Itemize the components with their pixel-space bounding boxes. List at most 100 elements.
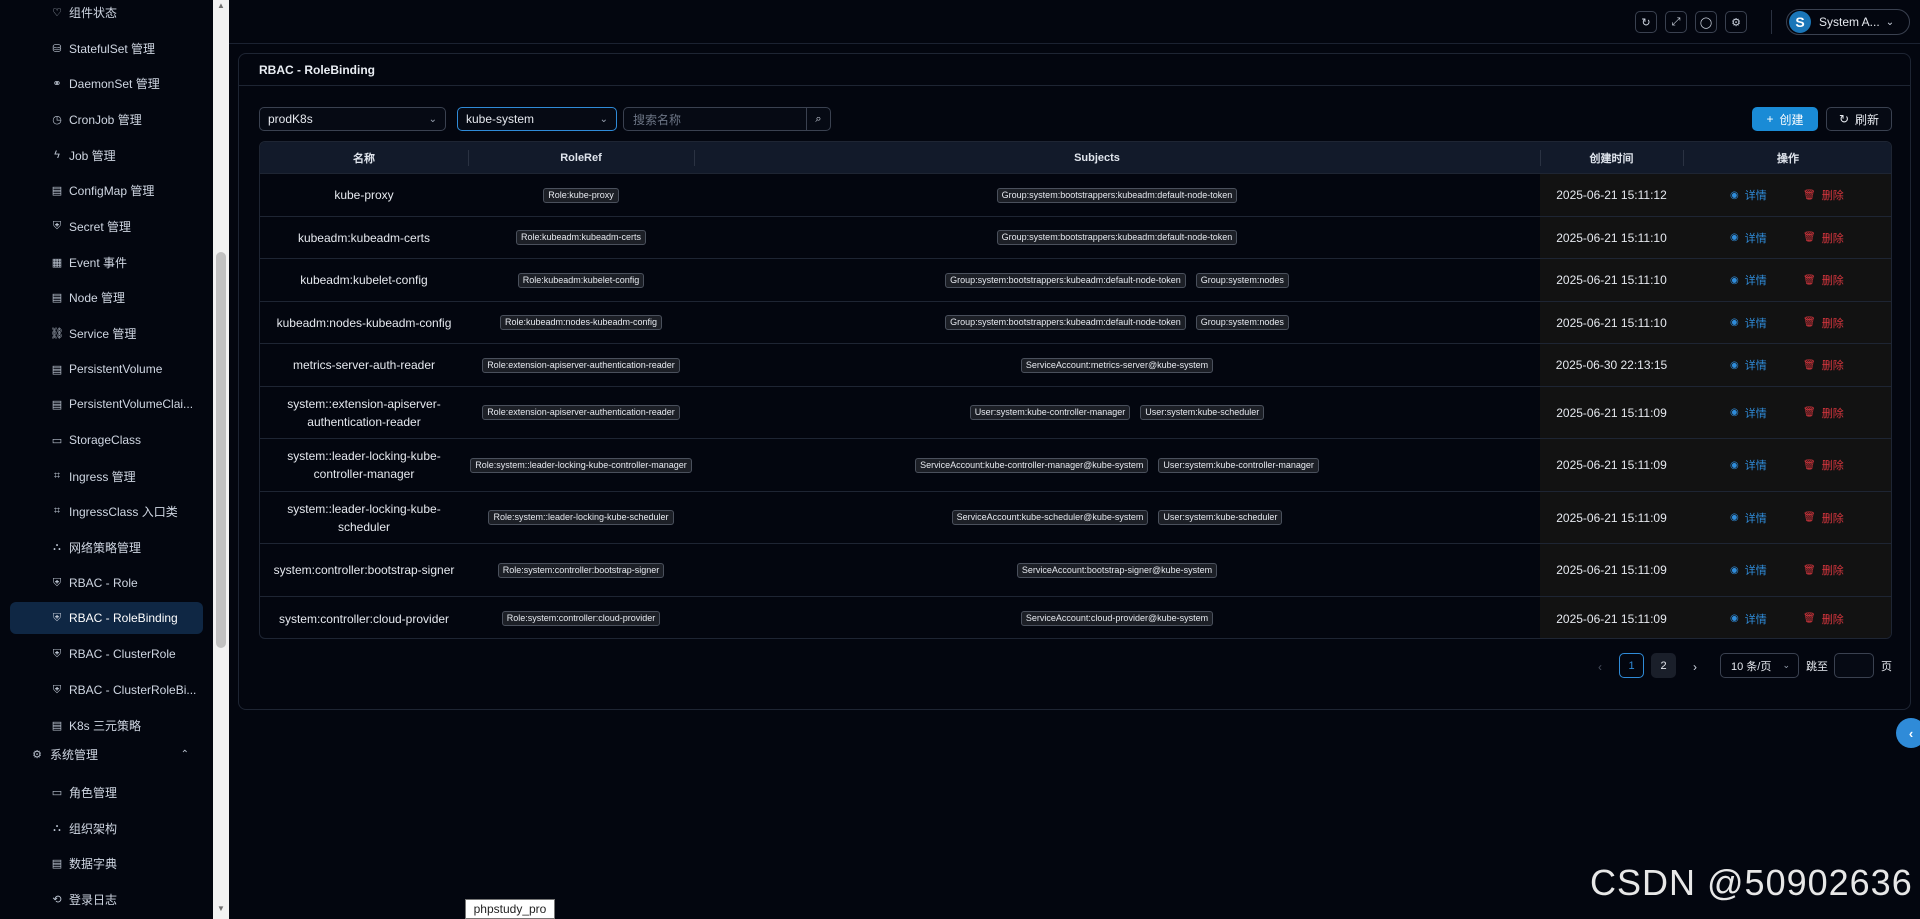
sidebar-item-2[interactable]: ⚭ DaemonSet 管理 — [10, 67, 203, 99]
jump-page-input[interactable] — [1834, 653, 1874, 678]
detail-button[interactable]: ◉ 详情 — [1730, 387, 1767, 438]
namespace-select[interactable]: kube-system ⌄ — [457, 107, 617, 131]
page-size-select[interactable]: 10 条/页 ⌄ — [1720, 653, 1799, 678]
cell-name: system::leader-locking-kube-controller-m… — [287, 449, 441, 481]
sidebar-item-10[interactable]: ▤ PersistentVolume — [10, 353, 203, 385]
cell-created: 2025-06-21 15:11:09 — [1556, 458, 1667, 472]
column-header-actions: 操作 — [1777, 153, 1799, 165]
sidebar-subitem-3[interactable]: ⟲ 登录日志 — [10, 883, 203, 915]
delete-label: 删除 — [1821, 613, 1844, 626]
cell-created: 2025-06-21 15:11:09 — [1556, 510, 1667, 525]
delete-button[interactable]: 🗑 删除 — [1803, 217, 1844, 258]
sidebar-item-7[interactable]: ▦ Event 事件 — [10, 246, 203, 278]
trash-icon: 🗑 — [1803, 512, 1816, 523]
refresh-button[interactable]: ↻ — [1635, 11, 1657, 33]
sidebar-item-label: K8s 三元策略 — [69, 718, 142, 733]
sidebar-item-8[interactable]: ▤ Node 管理 — [10, 281, 203, 313]
sidebar-item-4[interactable]: ϟ Job 管理 — [10, 139, 203, 171]
folder-icon: ▭ — [51, 434, 63, 447]
detail-button[interactable]: ◉ 详情 — [1730, 492, 1767, 543]
sidebar-item-16[interactable]: ⛨ RBAC - Role — [10, 567, 203, 599]
sidebar-item-14[interactable]: ⌗ IngressClass 入口类 — [10, 495, 203, 527]
delete-button[interactable]: 🗑 删除 — [1803, 544, 1844, 596]
sidebar-item-6[interactable]: ⛨ Secret 管理 — [10, 210, 203, 242]
clock-icon: ◷ — [52, 113, 62, 126]
sidebar-item-9[interactable]: ⛓ Service 管理 — [10, 317, 203, 349]
sidebar-item-3[interactable]: ◷ CronJob 管理 — [10, 103, 203, 135]
sidebar-item-label: Event 事件 — [69, 255, 128, 270]
scroll-down-icon[interactable]: ▼ — [217, 905, 225, 913]
sidebar-item-label: IngressClass 入口类 — [69, 504, 178, 519]
sidebar-subitem-2[interactable]: ▤ 数据字典 — [10, 847, 203, 879]
delete-button[interactable]: 🗑 删除 — [1803, 259, 1844, 301]
sidebar-group-system[interactable]: ⚙ 系统管理 ⌃ — [10, 738, 203, 770]
sidebar: ♡ 组件状态 ⛁ StatefulSet 管理 ⚭ DaemonSet 管理 ◷ CronJo… — [0, 0, 213, 919]
sidebar-item-1[interactable]: ⛁ StatefulSet 管理 — [10, 32, 203, 64]
detail-label: 详情 — [1744, 565, 1767, 577]
page-1-button[interactable]: 1 — [1619, 653, 1644, 678]
delete-button[interactable]: 🗑 删除 — [1803, 597, 1844, 638]
prev-page-button[interactable]: ‹ — [1588, 655, 1612, 679]
bulb-button[interactable]: ◯ — [1695, 11, 1717, 33]
settings-button[interactable]: ⚙ — [1725, 11, 1747, 33]
sidebar-item-12[interactable]: ▭ StorageClass — [10, 424, 203, 456]
detail-button[interactable]: ◉ 详情 — [1730, 544, 1767, 596]
cell-roleref: Role:system:controller:cloud-provider — [468, 597, 694, 638]
sidebar-subitem-1[interactable]: ⛬ 组织架构 — [10, 812, 203, 844]
sidebar-item-13[interactable]: ⌗ Ingress 管理 — [10, 460, 203, 492]
search-input[interactable]: 搜索名称 — [623, 107, 806, 131]
chevron-down-icon: ⌄ — [1885, 16, 1895, 28]
chevron-up-icon: ⌃ — [180, 748, 189, 760]
detail-button[interactable]: ◉ 详情 — [1730, 217, 1767, 258]
network-icon: ⛬ — [53, 540, 61, 553]
sidebar-item-label: 系统管理 — [50, 747, 99, 762]
sidebar-scrollbar-thumb[interactable] — [216, 252, 226, 648]
detail-button[interactable]: ◉ 详情 — [1730, 174, 1767, 216]
sidebar-item-5[interactable]: ▤ ConfigMap 管理 — [10, 174, 203, 206]
cluster-select[interactable]: prodK8s ⌄ — [259, 107, 446, 131]
delete-button[interactable]: 🗑 删除 — [1803, 492, 1844, 543]
detail-button[interactable]: ◉ 详情 — [1730, 344, 1767, 386]
sidebar-item-18[interactable]: ⛨ RBAC - ClusterRole — [10, 638, 203, 670]
sidebar-item-17[interactable]: ⛨ RBAC - RoleBinding — [10, 602, 203, 634]
user-menu[interactable]: S System A... ⌄ — [1786, 9, 1910, 35]
create-button[interactable]: + 创建 — [1752, 107, 1818, 131]
delete-button[interactable]: 🗑 删除 — [1803, 387, 1844, 438]
sidebar-item-20[interactable]: ▤ K8s 三元策略 — [10, 709, 203, 741]
detail-button[interactable]: ◉ 详情 — [1730, 302, 1767, 343]
delete-button[interactable]: 🗑 删除 — [1803, 302, 1844, 343]
collapse-panel-button[interactable]: ‹ — [1896, 718, 1920, 748]
detail-button[interactable]: ◉ 详情 — [1730, 259, 1767, 301]
chevron-left-icon: ‹ — [1598, 660, 1602, 674]
volume-icon: ▤ — [51, 363, 63, 376]
trash-icon: 🗑 — [1803, 564, 1816, 576]
detail-button[interactable]: ◉ 详情 — [1730, 597, 1767, 638]
table-row: kubeadm:kubeadm-certs Role:kubeadm:kubead… — [260, 217, 1891, 259]
page-2-button[interactable]: 2 — [1651, 653, 1676, 678]
detail-button[interactable]: ◉ 详情 — [1730, 439, 1767, 491]
sidebar-item-label: Secret 管理 — [69, 219, 132, 234]
delete-button[interactable]: 🗑 删除 — [1803, 174, 1844, 216]
column-header-subjects: Subjects — [1074, 152, 1120, 164]
refresh-label: 刷新 — [1855, 112, 1880, 127]
jump-page-suffix: 页 — [1881, 660, 1892, 673]
sidebar-item-label: RBAC - ClusterRoleBi... — [69, 683, 197, 697]
scroll-up-icon[interactable]: ▲ — [217, 2, 225, 10]
sidebar-item-15[interactable]: ⛬ 网络策略管理 — [10, 531, 203, 563]
volume-claim-icon: ▤ — [51, 398, 63, 411]
refresh-button[interactable]: ↻ 刷新 — [1826, 107, 1892, 131]
fullscreen-button[interactable]: ⤢ — [1665, 11, 1687, 33]
subject-tag: User:system:kube-scheduler — [1140, 405, 1265, 420]
trash-icon: 🗑 — [1803, 274, 1816, 286]
sidebar-item-label: Service 管理 — [69, 326, 137, 341]
sidebar-item-0[interactable]: ♡ 组件状态 — [10, 0, 203, 28]
sidebar-item-19[interactable]: ⛨ RBAC - ClusterRoleBi... — [10, 674, 203, 706]
sidebar-subitem-0[interactable]: ▭ 角色管理 — [10, 776, 203, 808]
search-button[interactable]: ⌕ — [806, 107, 831, 131]
trash-icon: 🗑 — [1803, 189, 1816, 201]
delete-button[interactable]: 🗑 删除 — [1803, 344, 1844, 386]
delete-button[interactable]: 🗑 删除 — [1803, 439, 1844, 491]
next-page-button[interactable]: › — [1683, 655, 1707, 679]
sidebar-item-label: StorageClass — [69, 433, 142, 447]
sidebar-item-11[interactable]: ▤ PersistentVolumeClai... — [10, 388, 203, 420]
